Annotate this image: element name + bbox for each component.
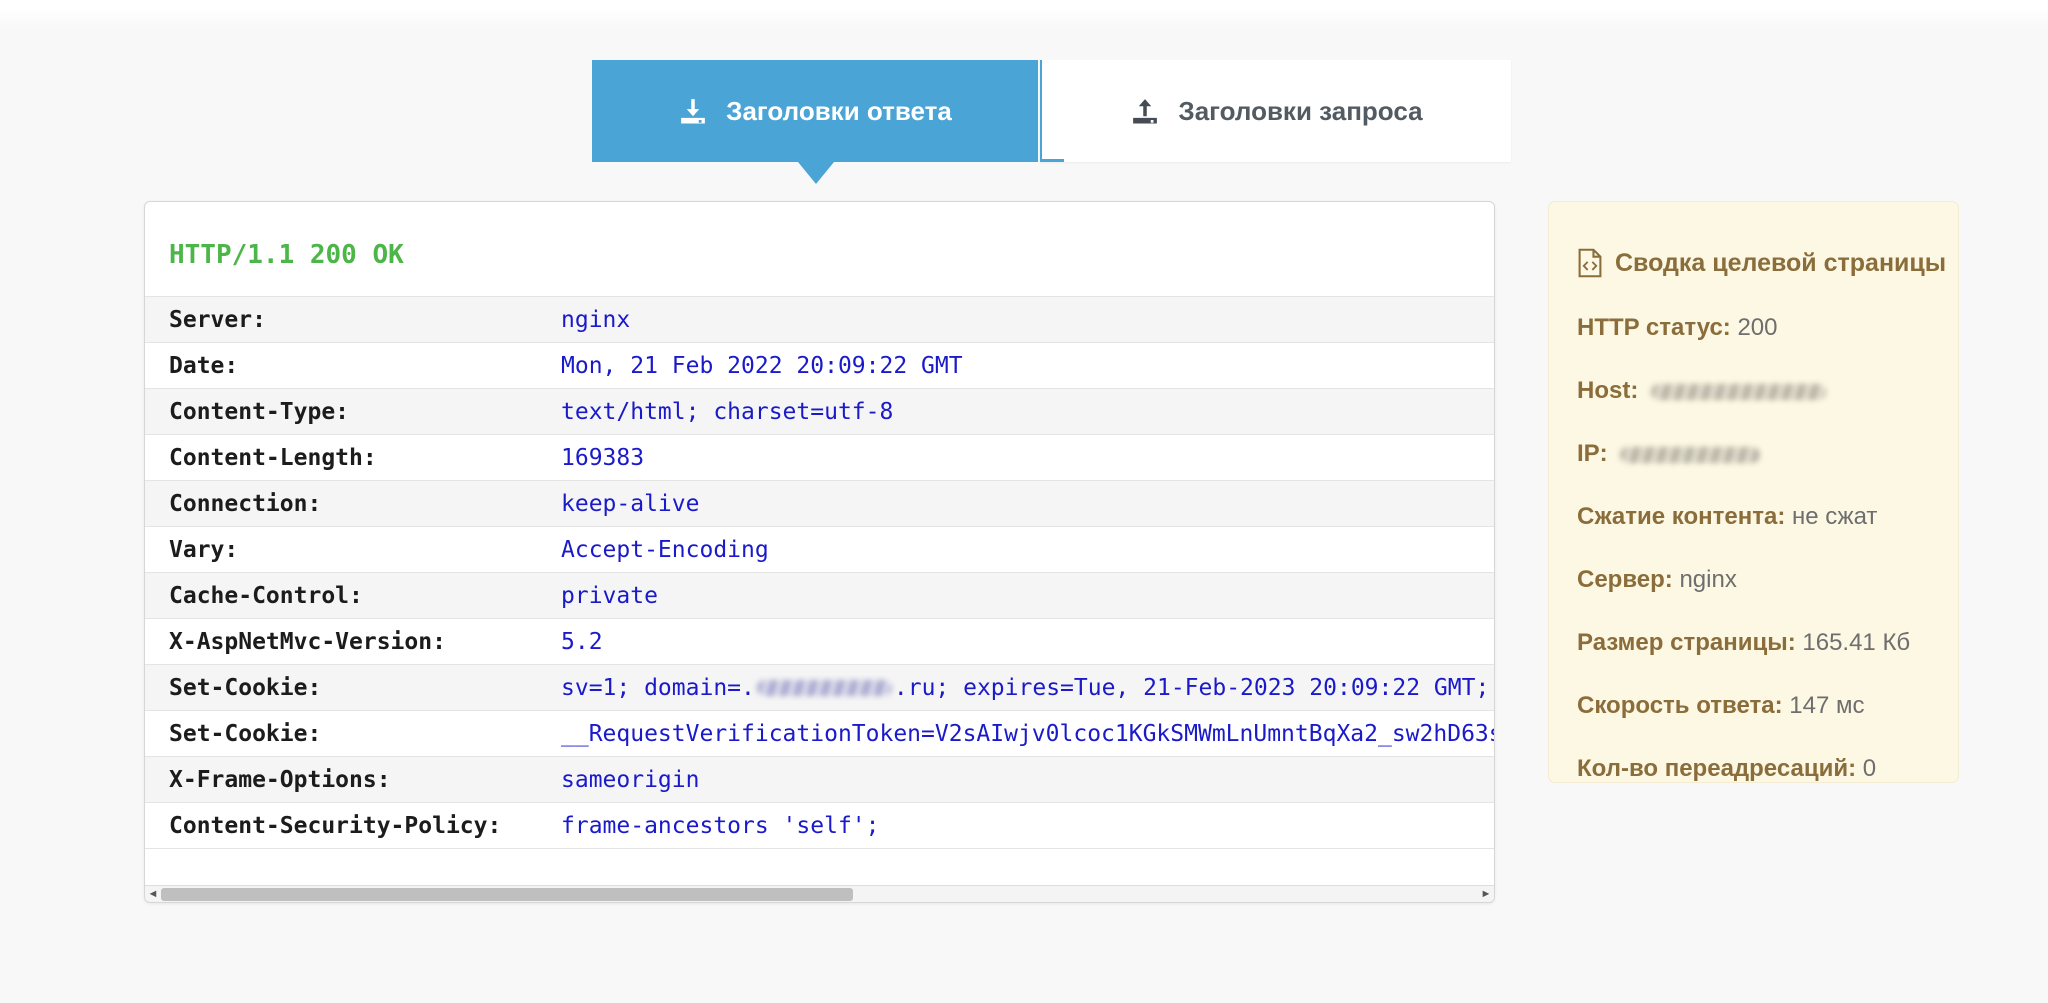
header-row: Content-Length: 169383 <box>145 435 1494 481</box>
summary-title: Сводка целевой страницы <box>1577 248 1946 278</box>
tab-request-label: Заголовки запроса <box>1178 95 1423 126</box>
download-icon <box>678 96 708 126</box>
header-value: Mon, 21 Feb 2022 20:09:22 GMT <box>561 352 963 379</box>
page-top-fade <box>0 0 2048 34</box>
scroll-right-arrow[interactable]: ► <box>1478 886 1494 902</box>
horizontal-scrollbar[interactable]: ◄ ► <box>145 885 1494 902</box>
summary-item: Host: <box>1577 377 1930 405</box>
scrollbar-thumb[interactable] <box>161 888 853 901</box>
header-row: Server: nginx <box>145 297 1494 343</box>
summary-item-label: IP: <box>1577 440 1615 467</box>
redacted-value <box>1651 383 1826 400</box>
header-row: X-Frame-Options: sameorigin <box>145 757 1494 803</box>
header-name: Content-Type: <box>169 398 350 425</box>
header-row: Date: Mon, 21 Feb 2022 20:09:22 GMT <box>145 343 1494 389</box>
header-row: Set-Cookie: sv=1; domain=. .ru; expires=Tu… <box>145 665 1494 711</box>
redacted-value <box>1620 446 1761 463</box>
header-value: 169383 <box>561 444 645 471</box>
header-name: Set-Cookie: <box>169 720 322 747</box>
header-row: Vary: Accept-Encoding <box>145 527 1494 573</box>
header-name: Content-Length: <box>169 444 377 471</box>
header-name: Set-Cookie: <box>169 674 322 701</box>
summary-item: Скорость ответа: 147 мс <box>1577 692 1930 720</box>
summary-item-value: 165.41 Кб <box>1802 629 1911 656</box>
summary-item-label: HTTP статус: <box>1577 314 1738 341</box>
header-value: sv=1; domain=. .ru; expires=Tue, 21-Feb-2… <box>561 674 1490 701</box>
redacted-domain <box>756 680 892 696</box>
summary-item-value: 200 <box>1737 314 1778 341</box>
summary-item-label: Сжатие контента: <box>1577 503 1793 530</box>
summary-item-value: 0 <box>1862 755 1877 782</box>
active-tab-pointer <box>798 162 834 184</box>
header-row: Set-Cookie: __RequestVerificationToken=V2… <box>145 711 1494 757</box>
header-name: Content-Security-Policy: <box>169 812 502 839</box>
tab-request-headers[interactable]: Заголовки запроса <box>1040 60 1511 162</box>
summary-item: Размер страницы: 165.41 Кб <box>1577 629 1930 657</box>
header-name: Connection: <box>169 490 322 517</box>
upload-icon <box>1130 96 1160 126</box>
header-value: private <box>561 582 658 609</box>
header-value: text/html; charset=utf-8 <box>561 398 894 425</box>
header-name: Vary: <box>169 536 239 563</box>
header-name: X-Frame-Options: <box>169 766 391 793</box>
summary-item-value: nginx <box>1679 566 1737 593</box>
file-code-icon <box>1577 248 1603 278</box>
response-headers-panel: HTTP/1.1 200 OK Server: nginx Date: Mon, 21… <box>144 201 1495 903</box>
summary-item-label: Размер страницы: <box>1577 629 1803 656</box>
header-value: keep-alive <box>561 490 700 517</box>
header-name: Server: <box>169 306 266 333</box>
summary-item-label: Сервер: <box>1577 566 1680 593</box>
header-row: X-AspNetMvc-Version: 5.2 <box>145 619 1494 665</box>
summary-title-text: Сводка целевой страницы <box>1615 248 1947 277</box>
header-value: frame-ancestors 'self'; <box>561 812 880 839</box>
summary-item: IP: <box>1577 440 1930 468</box>
header-name: Cache-Control: <box>169 582 363 609</box>
tab-response-headers[interactable]: Заголовки ответа <box>592 60 1038 162</box>
summary-item-label: Host: <box>1577 377 1645 404</box>
header-value: Accept-Encoding <box>561 536 769 563</box>
target-page-summary-panel: Сводка целевой страницы HTTP статус: 200… <box>1548 201 1959 783</box>
tab-response-label: Заголовки ответа <box>726 95 952 126</box>
scroll-left-arrow[interactable]: ◄ <box>145 886 161 902</box>
header-value: sameorigin <box>561 766 700 793</box>
header-value: 5.2 <box>561 628 603 655</box>
headers-table: Server: nginx Date: Mon, 21 Feb 2022 20:09:… <box>145 296 1494 849</box>
summary-item-value: не сжат <box>1792 503 1878 530</box>
header-name: Date: <box>169 352 239 379</box>
summary-item: Сервер: nginx <box>1577 566 1930 594</box>
summary-list: HTTP статус: 200 Host: IP: Сжатие контент… <box>1577 314 1930 783</box>
header-row: Cache-Control: private <box>145 573 1494 619</box>
summary-item: HTTP статус: 200 <box>1577 314 1930 342</box>
summary-item: Сжатие контента: не сжат <box>1577 503 1930 531</box>
summary-item-label: Скорость ответа: <box>1577 692 1790 719</box>
summary-item: Кол-во переадресаций: 0 <box>1577 755 1930 783</box>
header-tabs: Заголовки ответа Заголовки запроса <box>592 60 1511 162</box>
header-name: X-AspNetMvc-Version: <box>169 628 446 655</box>
header-value: __RequestVerificationToken=V2sAIwjv0lcoc… <box>561 720 1494 747</box>
summary-item-label: Кол-во переадресаций: <box>1577 755 1863 782</box>
header-row: Connection: keep-alive <box>145 481 1494 527</box>
summary-item-value: 147 мс <box>1789 692 1865 719</box>
header-row: Content-Security-Policy: frame-ancestors … <box>145 803 1494 849</box>
header-value: nginx <box>561 306 631 333</box>
http-status-line: HTTP/1.1 200 OK <box>169 240 404 270</box>
header-row: Content-Type: text/html; charset=utf-8 <box>145 389 1494 435</box>
